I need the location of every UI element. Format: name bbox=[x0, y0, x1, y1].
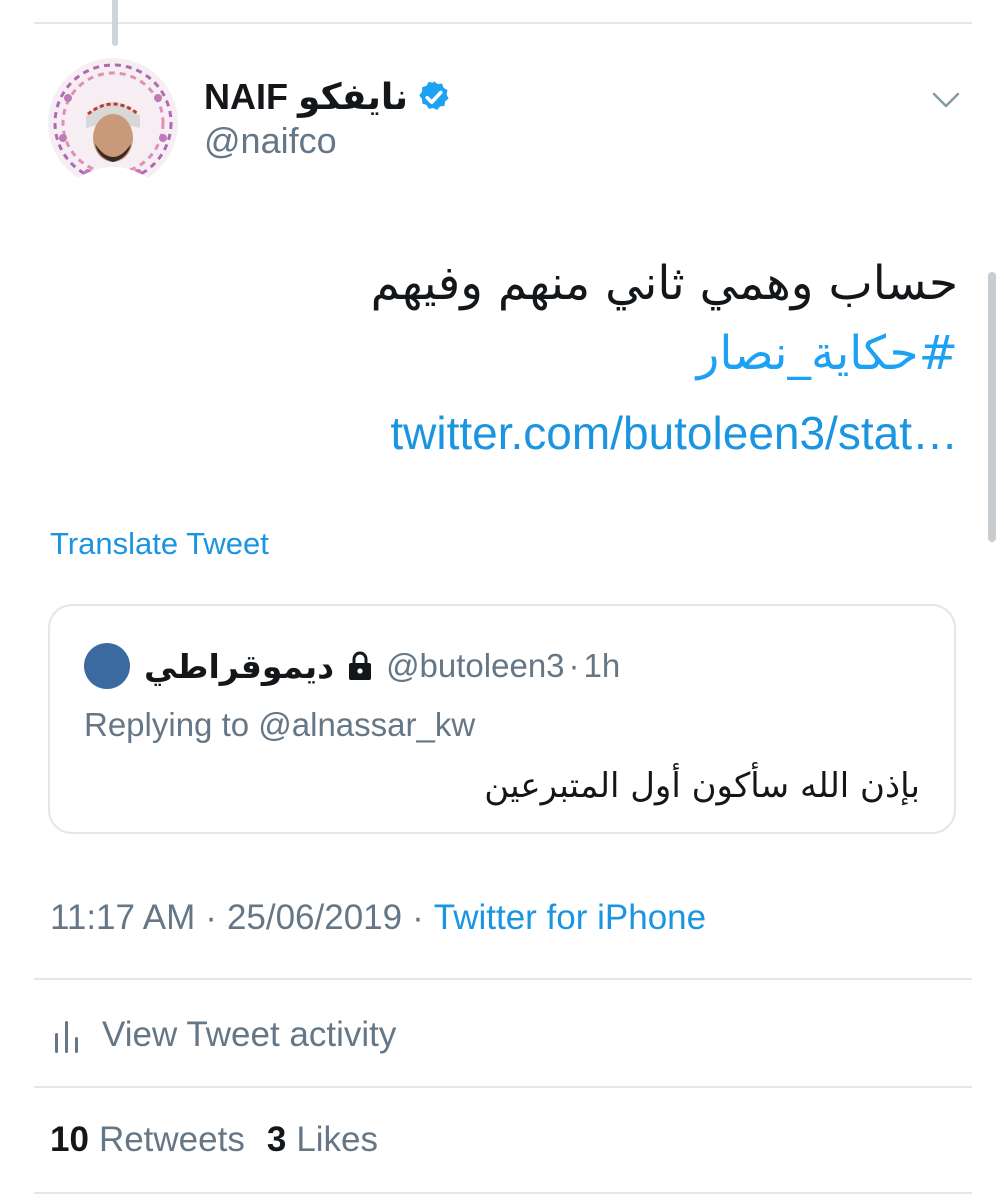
quoted-time: 1h bbox=[583, 647, 621, 684]
avatar[interactable] bbox=[48, 58, 178, 188]
meta-separator: · bbox=[205, 898, 217, 937]
quoted-separator: · bbox=[568, 647, 580, 684]
tweet-url-link[interactable]: twitter.com/butoleen3/stat… bbox=[58, 398, 958, 468]
hashtag-link[interactable]: #حكاية_نصار bbox=[58, 322, 958, 386]
display-name[interactable]: NAIF نايفكو bbox=[204, 76, 408, 118]
view-tweet-activity-button[interactable]: View Tweet activity bbox=[52, 1010, 396, 1060]
quoted-tweet-text: بإذن الله سأكون أول المتبرعين bbox=[484, 766, 920, 806]
quoted-replying-to: Replying to @alnassar_kw bbox=[84, 706, 476, 743]
thread-line bbox=[112, 0, 118, 46]
quoted-tweet-header: ديموقراطي @butoleen3 · 1h bbox=[84, 642, 620, 690]
tweet-body: حساب وهمي ثاني منهم وفيهم #حكاية_نصار tw… bbox=[58, 252, 958, 468]
quoted-avatar bbox=[84, 643, 130, 689]
chevron-down-icon[interactable] bbox=[926, 82, 966, 118]
tweet-stats: 10 Retweets 3 Likes bbox=[50, 1120, 400, 1160]
tweet-source-link[interactable]: Twitter for iPhone bbox=[434, 898, 706, 938]
retweets-count[interactable]: 10 bbox=[50, 1120, 89, 1160]
quoted-tweet-card[interactable]: ديموقراطي @butoleen3 · 1h Replying to @a… bbox=[48, 604, 956, 834]
author-handle[interactable]: @naifco bbox=[204, 120, 337, 162]
tweet-text: حساب وهمي ثاني منهم وفيهم bbox=[370, 256, 958, 311]
tweet-time: 11:17 AM bbox=[50, 898, 196, 937]
view-tweet-activity-label: View Tweet activity bbox=[102, 1015, 397, 1054]
tweet-date: 25/06/2019 bbox=[226, 898, 403, 937]
top-divider bbox=[34, 22, 972, 24]
tweet-meta: 11:17 AM · 25/06/2019 · Twitter for iPho… bbox=[50, 898, 706, 938]
divider bbox=[34, 1192, 972, 1194]
bar-chart-icon bbox=[52, 1015, 82, 1055]
quoted-display-name: ديموقراطي bbox=[144, 646, 335, 686]
lock-icon bbox=[346, 650, 374, 682]
likes-label[interactable]: Likes bbox=[296, 1120, 378, 1160]
divider bbox=[34, 1086, 972, 1088]
verified-badge-icon bbox=[416, 79, 452, 115]
translate-tweet-button[interactable]: Translate Tweet bbox=[50, 526, 269, 562]
divider bbox=[34, 978, 972, 980]
retweets-label[interactable]: Retweets bbox=[99, 1120, 245, 1160]
scrollbar[interactable] bbox=[988, 272, 996, 542]
quoted-handle: @butoleen3 bbox=[386, 647, 565, 684]
meta-separator: · bbox=[412, 898, 424, 937]
author-name-row[interactable]: NAIF نايفكو bbox=[204, 74, 452, 120]
likes-count[interactable]: 3 bbox=[267, 1120, 286, 1160]
